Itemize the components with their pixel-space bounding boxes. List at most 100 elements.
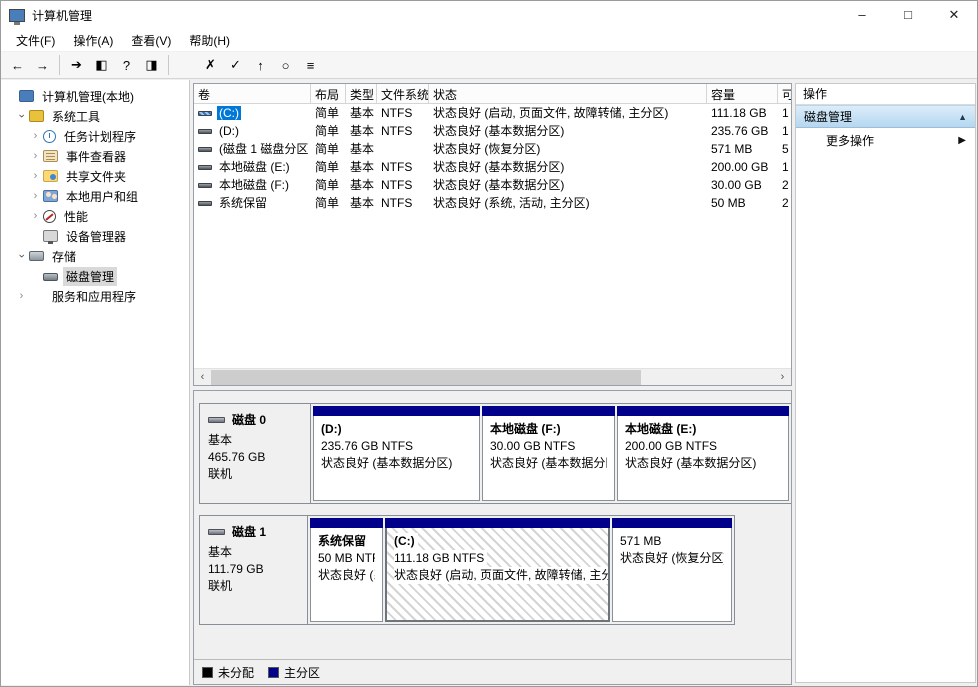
partition-box[interactable]: (C:) 111.18 GB NTFS 状态良好 (启动, 页面文件, 故障转储…	[385, 518, 610, 622]
chevron-icon[interactable]: ›	[29, 190, 42, 202]
menu-file[interactable]: 文件(F)	[7, 29, 64, 52]
type-cell: 基本	[346, 158, 377, 176]
volume-cell[interactable]: 本地磁盘 (E:)	[194, 158, 311, 176]
tree-item[interactable]: › 事件查看器	[1, 146, 189, 166]
scrollbar-thumb[interactable]	[211, 370, 641, 385]
tree-item[interactable]: › 性能	[1, 206, 189, 226]
partition-box[interactable]: 571 MB 状态良好 (恢复分区)	[612, 518, 732, 622]
scroll-right-icon[interactable]: ›	[774, 369, 791, 386]
chevron-icon[interactable]: ›	[15, 290, 28, 302]
help-icon[interactable]: ?	[116, 55, 137, 76]
chevron-icon[interactable]: ›	[29, 210, 42, 222]
volume-row[interactable]: 本地磁盘 (E:) 简单 基本 NTFS 状态良好 (基本数据分区) 200.0…	[194, 158, 791, 176]
volume-row[interactable]: 系统保留 简单 基本 NTFS 状态良好 (系统, 活动, 主分区) 50 MB…	[194, 194, 791, 212]
tree-item-label[interactable]: 性能	[61, 207, 91, 226]
export-icon[interactable]: ➔	[66, 55, 87, 76]
tree-item[interactable]: › 系统工具	[1, 106, 189, 126]
chevron-icon[interactable]: ›	[29, 150, 42, 162]
volume-cell[interactable]: 系统保留	[194, 194, 311, 212]
menu-action[interactable]: 操作(A)	[64, 29, 122, 52]
volume-name[interactable]: (D:)	[217, 124, 241, 138]
chevron-icon[interactable]: ›	[29, 130, 42, 142]
column-filesystem[interactable]: 文件系统	[377, 84, 429, 103]
check-doc-icon[interactable]: ✓	[225, 55, 246, 76]
disk-icon	[208, 529, 225, 535]
volume-name[interactable]: 本地磁盘 (E:)	[217, 160, 292, 174]
chevron-icon[interactable]: ›	[16, 110, 28, 123]
menu-help[interactable]: 帮助(H)	[180, 29, 239, 52]
primary-partition-bar	[482, 406, 615, 416]
chevron-icon[interactable]: ›	[16, 250, 28, 263]
free-cell-truncated: 1	[778, 122, 791, 140]
tree-item-label[interactable]: 系统工具	[49, 107, 103, 126]
partition-box[interactable]: 本地磁盘 (F:) 30.00 GB NTFS 状态良好 (基本数据分区)	[482, 406, 615, 501]
status-cell: 状态良好 (恢复分区)	[429, 140, 707, 158]
tree-item[interactable]: › 共享文件夹	[1, 166, 189, 186]
tree-item-label[interactable]: 设备管理器	[63, 227, 129, 246]
volume-name[interactable]: (磁盘 1 磁盘分区 3)	[217, 142, 311, 156]
menu-view[interactable]: 查看(V)	[122, 29, 180, 52]
tree-item-label[interactable]: 计算机管理(本地)	[39, 87, 137, 106]
tree-item-label[interactable]: 存储	[49, 247, 79, 266]
column-capacity[interactable]: 容量	[707, 84, 778, 103]
tree-item[interactable]: 磁盘管理	[1, 266, 189, 286]
back-icon[interactable]: ←	[7, 55, 28, 76]
volume-row[interactable]: (磁盘 1 磁盘分区 3) 简单 基本 状态良好 (恢复分区) 571 MB 5	[194, 140, 791, 158]
drive-icon[interactable]	[175, 55, 196, 76]
volume-name[interactable]: 本地磁盘 (F:)	[217, 178, 291, 192]
scroll-left-icon[interactable]: ‹	[194, 369, 211, 386]
disk-1-info[interactable]: 磁盘 1 基本 111.79 GB 联机	[200, 516, 308, 624]
toolbar-separator	[168, 55, 169, 75]
tree-item-label[interactable]: 本地用户和组	[63, 187, 141, 206]
disk-0-info[interactable]: 磁盘 0 基本 465.76 GB 联机	[200, 404, 311, 503]
partition-box[interactable]: 本地磁盘 (E:) 200.00 GB NTFS 状态良好 (基本数据分区)	[617, 406, 789, 501]
properties-icon[interactable]: ≡	[300, 55, 321, 76]
column-status[interactable]: 状态	[429, 84, 707, 103]
tree-item[interactable]: › 存储	[1, 246, 189, 266]
tree-item-label[interactable]: 磁盘管理	[63, 267, 117, 286]
layout-cell: 简单	[311, 176, 346, 194]
forward-icon[interactable]: →	[32, 55, 53, 76]
close-button[interactable]: ✕	[931, 1, 977, 29]
tree-item-label[interactable]: 事件查看器	[63, 147, 129, 166]
layout-cell: 简单	[311, 158, 346, 176]
tree-item-label[interactable]: 共享文件夹	[63, 167, 129, 186]
show-tree-icon[interactable]: ◧	[91, 55, 112, 76]
partition-box[interactable]: 系统保留 50 MB NTFS 状态良好 (系统, 活动, 主分区)	[310, 518, 383, 622]
folder-find-icon[interactable]: ○	[275, 55, 296, 76]
volume-row[interactable]: (D:) 简单 基本 NTFS 状态良好 (基本数据分区) 235.76 GB …	[194, 122, 791, 140]
chevron-icon[interactable]: ›	[29, 170, 42, 182]
volume-row[interactable]: 本地磁盘 (F:) 简单 基本 NTFS 状态良好 (基本数据分区) 30.00…	[194, 176, 791, 194]
free-cell-truncated: 1	[778, 158, 791, 176]
more-actions-item[interactable]: 更多操作 ▶	[796, 128, 975, 152]
folder-up-icon[interactable]: ↑	[250, 55, 271, 76]
volume-row[interactable]: (C:) 简单 基本 NTFS 状态良好 (启动, 页面文件, 故障转储, 主分…	[194, 104, 791, 122]
tree-item-label[interactable]: 服务和应用程序	[49, 287, 139, 306]
partition-box[interactable]: (D:) 235.76 GB NTFS 状态良好 (基本数据分区)	[313, 406, 480, 501]
volume-cell[interactable]: (C:)	[194, 104, 311, 122]
disk-name: 磁盘 1	[232, 523, 266, 540]
tree-item[interactable]: 计算机管理(本地)	[1, 86, 189, 106]
volume-cell[interactable]: (D:)	[194, 122, 311, 140]
tree-item-label[interactable]: 任务计划程序	[61, 127, 139, 146]
column-type[interactable]: 类型	[346, 84, 377, 103]
collapse-caret-icon[interactable]: ▲	[958, 112, 967, 122]
column-free-truncated[interactable]: 可	[778, 84, 791, 103]
tree-item[interactable]: › 任务计划程序	[1, 126, 189, 146]
disk-status: 联机	[208, 466, 302, 483]
column-volume[interactable]: 卷	[194, 84, 311, 103]
volume-cell[interactable]: 本地磁盘 (F:)	[194, 176, 311, 194]
volume-name[interactable]: (C:)	[217, 106, 241, 120]
show-actions-icon[interactable]: ◨	[141, 55, 162, 76]
tree-item[interactable]: › 服务和应用程序	[1, 286, 189, 306]
volume-name[interactable]: 系统保留	[217, 196, 269, 210]
volume-cell[interactable]: (磁盘 1 磁盘分区 3)	[194, 140, 311, 158]
maximize-button[interactable]: □	[885, 1, 931, 29]
disk-management-group[interactable]: 磁盘管理 ▲	[796, 105, 975, 128]
tree-item[interactable]: 设备管理器	[1, 226, 189, 246]
horizontal-scrollbar[interactable]: ‹ ›	[194, 368, 791, 385]
minimize-button[interactable]: –	[839, 1, 885, 29]
delete-icon[interactable]: ✗	[200, 55, 221, 76]
column-layout[interactable]: 布局	[311, 84, 346, 103]
tree-item[interactable]: › 本地用户和组	[1, 186, 189, 206]
